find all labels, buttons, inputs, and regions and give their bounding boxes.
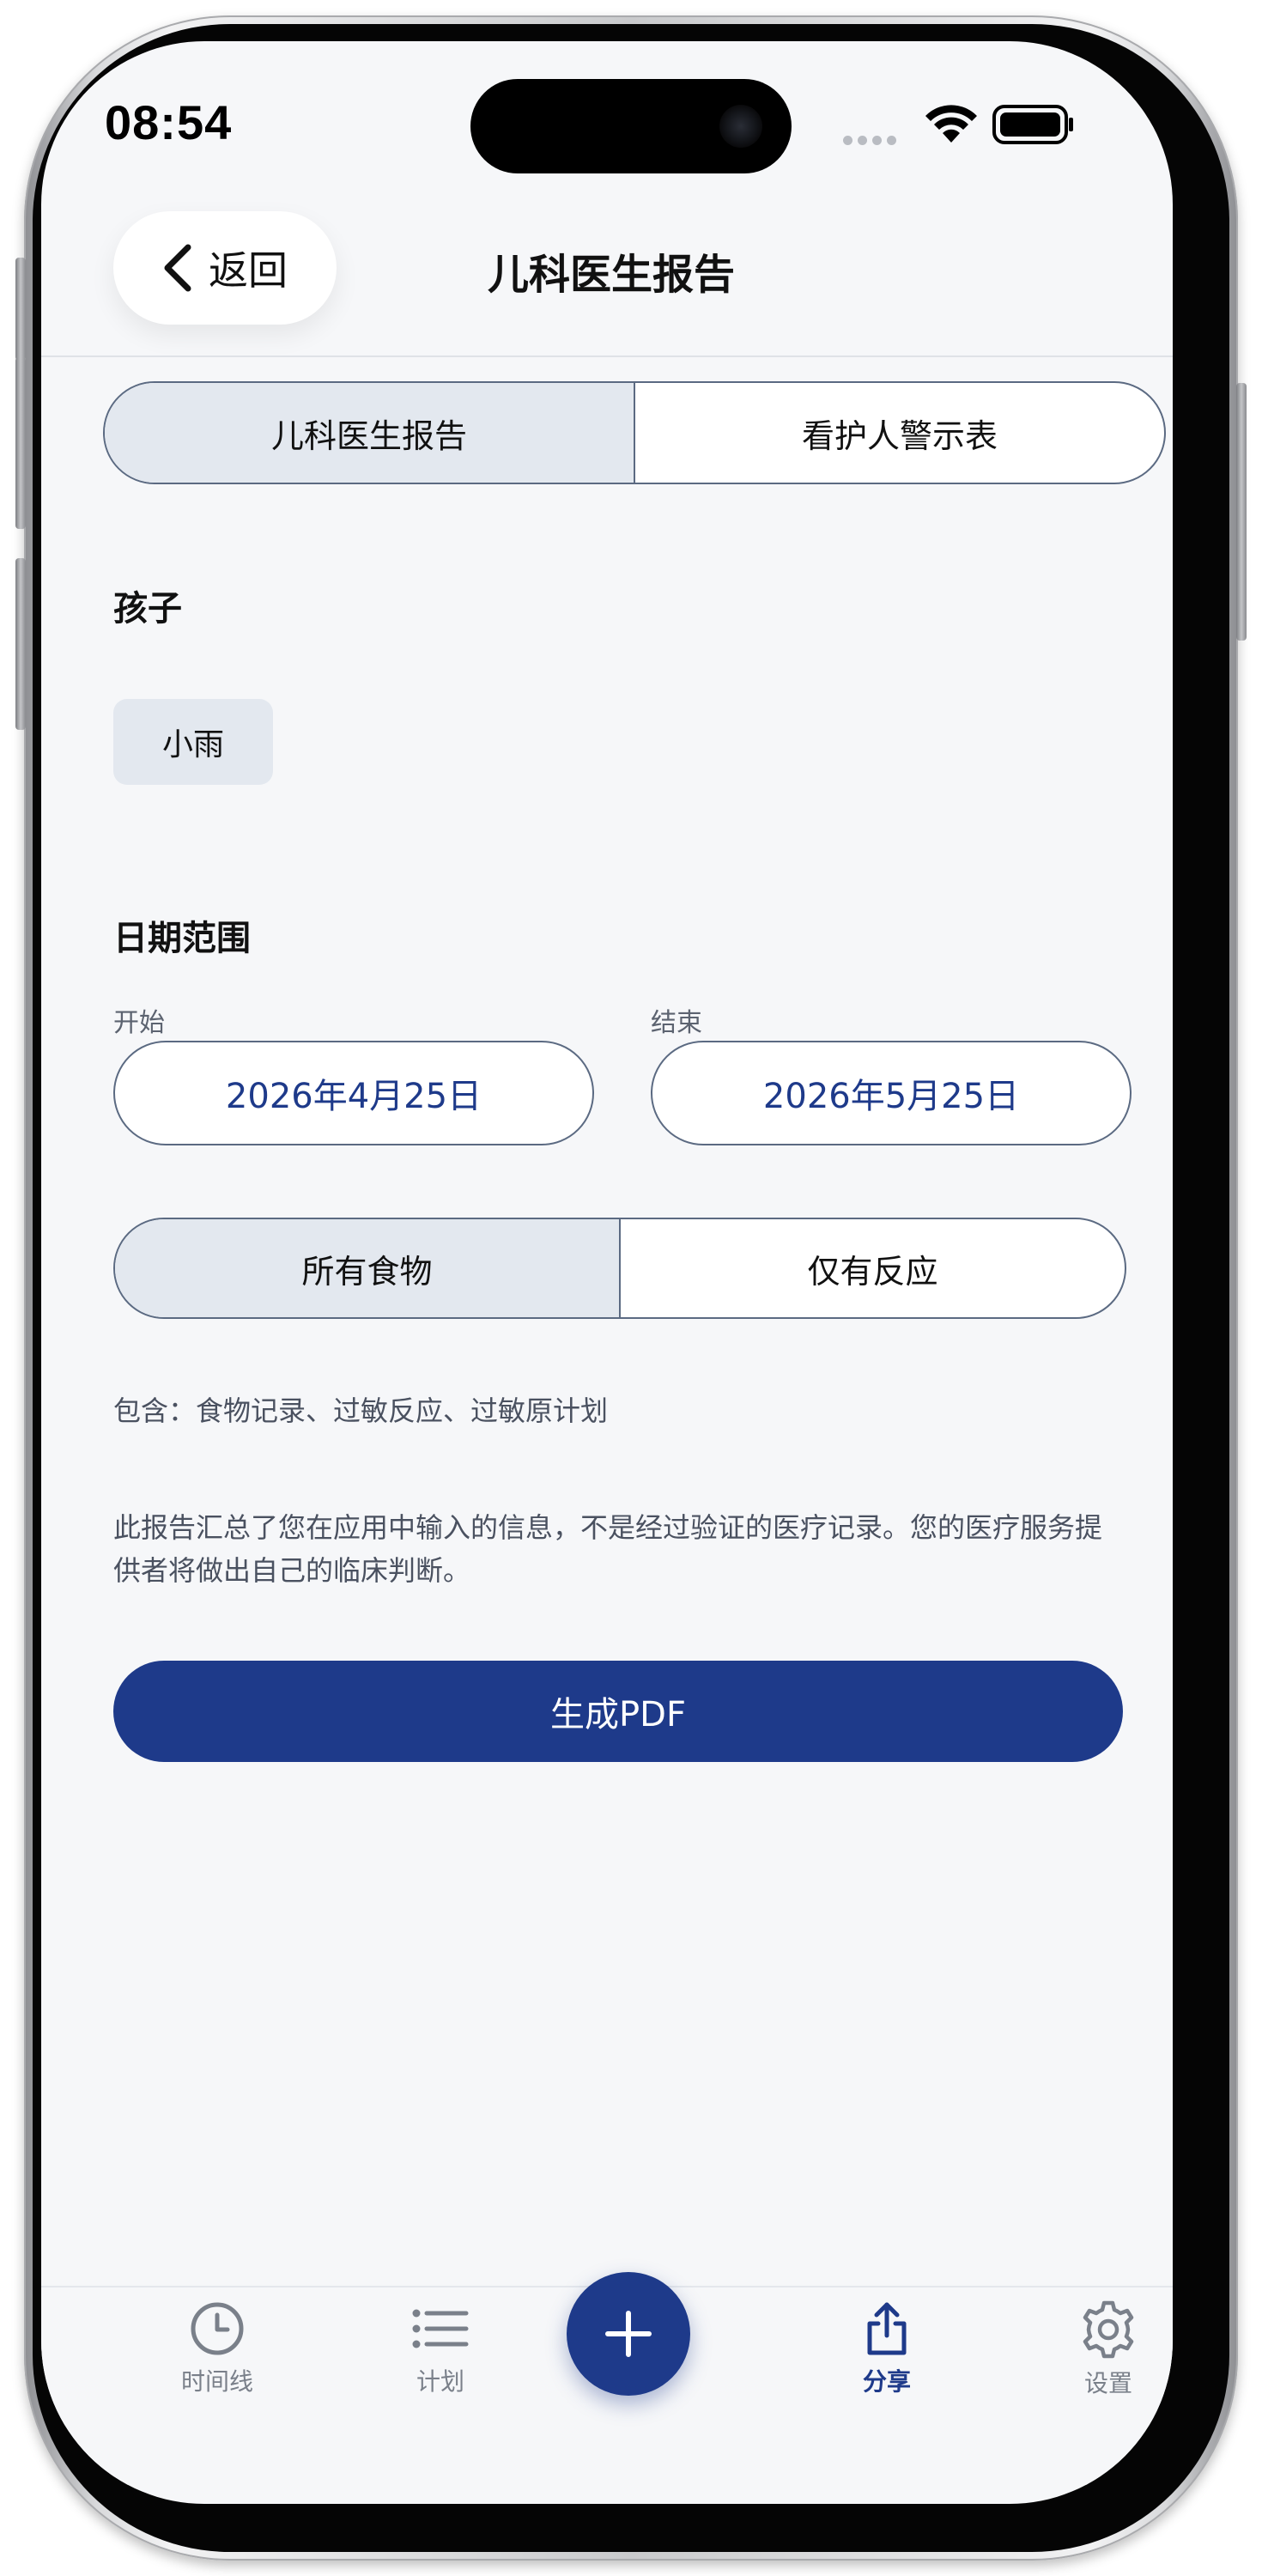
includes-text: 包含：食物记录、过敏反应、过敏原计划	[113, 1394, 609, 1427]
add-button[interactable]	[567, 2272, 690, 2396]
wifi-icon	[924, 103, 979, 149]
segment-all-foods[interactable]: 所有食物	[115, 1219, 619, 1317]
clock-icon	[191, 2302, 244, 2355]
power-button	[1236, 383, 1247, 641]
tab-timeline-label: 时间线	[180, 2367, 253, 2396]
tab-settings[interactable]: 设置	[1035, 2300, 1173, 2399]
share-icon	[867, 2302, 907, 2355]
status-time: 08:54	[105, 95, 233, 149]
start-date-label: 开始	[113, 1008, 165, 1038]
action-button	[15, 258, 26, 361]
end-date-field[interactable]: 2026年5月25日	[651, 1041, 1132, 1145]
page-title: 儿科医生报告	[487, 251, 735, 299]
plus-icon	[605, 2311, 652, 2357]
signal-dots-icon	[843, 136, 896, 145]
dynamic-island	[470, 79, 792, 173]
tab-settings-label: 设置	[1083, 2369, 1132, 2397]
tab-plan[interactable]: 计划	[367, 2300, 513, 2397]
segment-pediatrician-report[interactable]: 儿科医生报告	[105, 383, 634, 483]
battery-icon	[992, 105, 1075, 148]
tab-share[interactable]: 分享	[814, 2300, 960, 2397]
tab-plan-label: 计划	[416, 2367, 464, 2396]
start-date-field[interactable]: 2026年4月25日	[113, 1041, 594, 1145]
child-chip[interactable]: 小雨	[113, 699, 273, 785]
generate-pdf-button[interactable]: 生成PDF	[113, 1661, 1123, 1762]
date-range-section-title: 日期范围	[113, 919, 251, 958]
volume-up-button	[15, 357, 26, 529]
tab-timeline[interactable]: 时间线	[144, 2300, 290, 2397]
camera-icon	[719, 105, 762, 148]
screen: 08:54 返回 儿科医生报告 儿科医生报告 看护人警示表 孩子 小雨 日期范围…	[41, 41, 1173, 2504]
child-section-title: 孩子	[113, 589, 182, 629]
food-filter-segmented-control: 所有食物 仅有反应	[113, 1218, 1126, 1319]
segment-reactions-only[interactable]: 仅有反应	[619, 1219, 1125, 1317]
disclaimer-text: 此报告汇总了您在应用中输入的信息，不是经过验证的医疗记录。您的医疗服务提供者将做…	[113, 1511, 1103, 1587]
nav-divider	[41, 355, 1173, 357]
segment-caregiver-alert-sheet[interactable]: 看护人警示表	[634, 383, 1164, 483]
end-date-label: 结束	[651, 1008, 702, 1038]
volume-down-button	[15, 558, 26, 730]
tab-share-label: 分享	[862, 2367, 911, 2396]
report-type-segmented-control: 儿科医生报告 看护人警示表	[103, 381, 1166, 484]
gear-icon	[1083, 2300, 1134, 2359]
list-icon	[412, 2309, 469, 2348]
